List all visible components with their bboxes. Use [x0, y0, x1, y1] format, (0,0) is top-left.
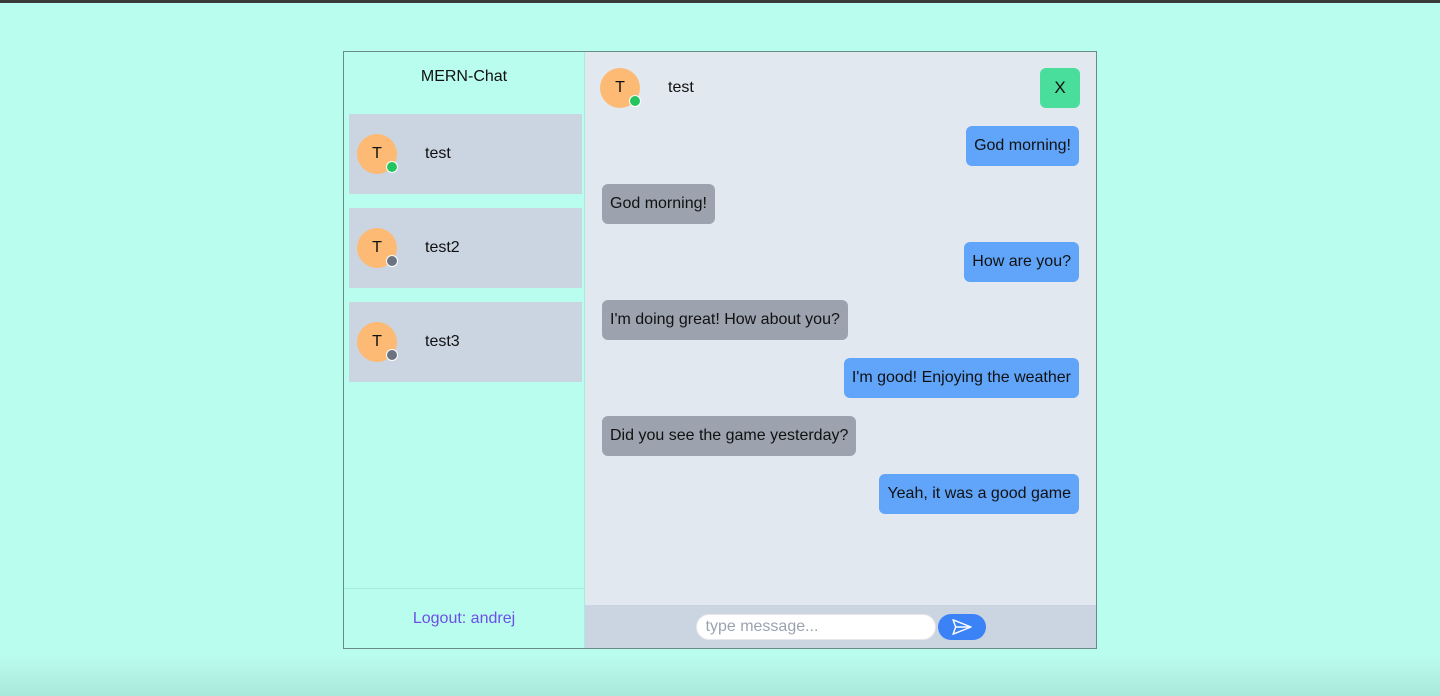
chat-contact-name: test: [668, 79, 694, 96]
message-row-sent: Yeah, it was a good game: [602, 474, 1079, 514]
message-row-sent: God morning!: [602, 126, 1079, 166]
bottom-shadow: [0, 656, 1440, 696]
contact-item-test2[interactable]: T test2: [349, 208, 582, 288]
message-bubble: I'm good! Enjoying the weather: [843, 358, 1079, 398]
avatar-initial: T: [615, 79, 625, 96]
message-bubble: God morning!: [966, 126, 1079, 166]
contact-name: test3: [425, 333, 460, 350]
contact-name: test2: [425, 239, 460, 256]
contact-item-test[interactable]: T test: [349, 114, 582, 194]
message-bubble: God morning!: [602, 184, 715, 224]
message-bubble: How are you?: [964, 242, 1079, 282]
message-bubble: Yeah, it was a good game: [879, 474, 1079, 514]
avatar: T: [600, 68, 641, 108]
contact-list: T test T test2 T test3: [344, 114, 584, 382]
message-row-sent: I'm good! Enjoying the weather: [602, 358, 1079, 398]
brand-title: MERN-Chat: [420, 68, 508, 85]
avatar-initial: T: [372, 145, 382, 162]
message-bubble: Did you see the game yesterday?: [602, 416, 857, 456]
avatar-initial: T: [372, 239, 382, 256]
chat-panel: T test X God morning! God morning! How a…: [584, 52, 1096, 648]
send-button[interactable]: [937, 613, 986, 640]
chat-header: T test X: [585, 52, 1096, 124]
message-list: God morning! God morning! How are you? I…: [585, 126, 1096, 586]
logout-link[interactable]: Logout: andrej: [344, 588, 584, 648]
message-row-received: God morning!: [602, 184, 1079, 224]
window-top-border: [0, 0, 1440, 3]
message-input[interactable]: [695, 613, 936, 640]
avatar-initial: T: [372, 333, 382, 350]
message-bubble: I'm doing great! How about you?: [602, 300, 848, 340]
message-row-received: I'm doing great! How about you?: [602, 300, 1079, 340]
chat-app: MERN-Chat T test T test2 T test3 Logout:…: [343, 51, 1097, 649]
offline-status-icon: [386, 349, 398, 361]
avatar: T: [357, 322, 398, 362]
sidebar: MERN-Chat T test T test2 T test3 Logout:…: [344, 52, 584, 648]
online-status-icon: [629, 95, 641, 107]
message-row-sent: How are you?: [602, 242, 1079, 282]
send-icon: [951, 618, 972, 635]
message-row-received: Did you see the game yesterday?: [602, 416, 1079, 456]
offline-status-icon: [386, 255, 398, 267]
contact-name: test: [425, 145, 451, 162]
online-status-icon: [386, 161, 398, 173]
avatar: T: [357, 228, 398, 268]
avatar: T: [357, 134, 398, 174]
compose-bar: [585, 605, 1096, 648]
close-chat-button[interactable]: X: [1040, 68, 1080, 108]
contact-item-test3[interactable]: T test3: [349, 302, 582, 382]
